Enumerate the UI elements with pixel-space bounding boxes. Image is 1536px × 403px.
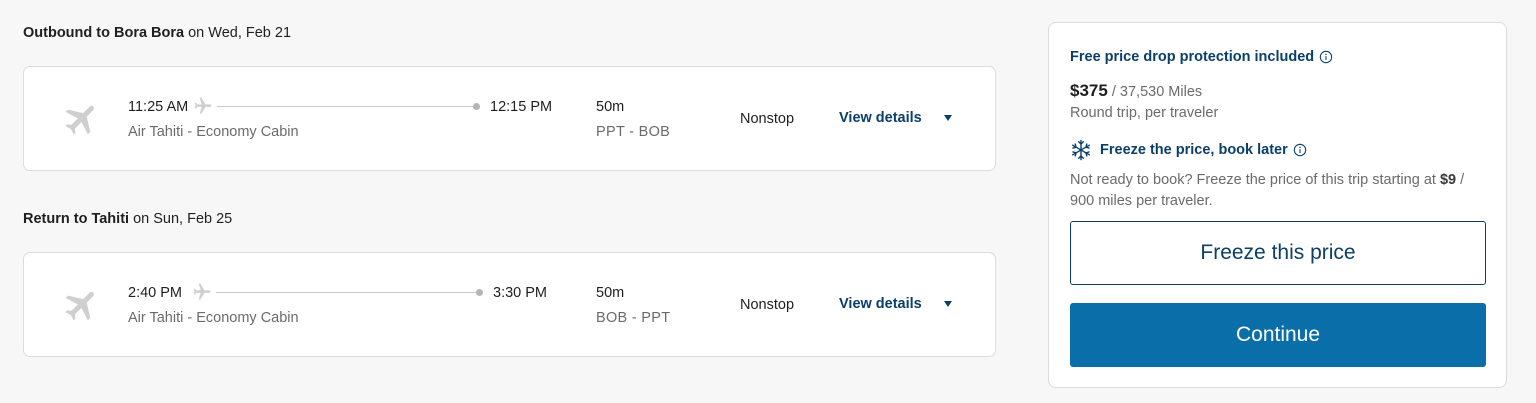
trip-type-note: Round trip, per traveler [1070,105,1219,121]
flight-duration: 50m [596,99,625,115]
airplane-icon [65,291,94,321]
freeze-price-amount: $9 [1439,172,1457,188]
view-details-label: View details [839,110,922,126]
price-miles: / 37,530 Miles [1107,84,1203,100]
info-icon[interactable] [1319,50,1333,64]
outbound-flight-card: 11:25 AM 12:15 PM Air Tahiti - Economy C… [23,66,996,171]
view-details-button[interactable]: View details [839,296,952,312]
outbound-date: on Wed, Feb 21 [184,25,292,41]
return-destination: Return to Tahiti [23,211,130,227]
route-end-dot [476,289,483,296]
airplane-icon [193,283,211,300]
airplane-icon [194,97,212,114]
stops-label: Nonstop [740,111,795,127]
page: Outbound to Bora Bora on Wed, Feb 21 11:… [0,0,1536,403]
snowflake-icon [1071,139,1091,161]
airline-cabin: Air Tahiti - Economy Cabin [128,310,299,326]
freeze-price-button[interactable]: Freeze this price [1070,221,1486,285]
return-flight-card: 2:40 PM 3:30 PM Air Tahiti - Economy Cab… [23,252,996,357]
return-date: on Sun, Feb 25 [129,211,233,227]
freeze-desc-start: Not ready to book? Freeze the price of t… [1070,172,1440,188]
route-line [217,106,475,107]
view-details-label: View details [839,296,922,312]
outbound-heading: Outbound to Bora Bora on Wed, Feb 21 [23,25,291,41]
arrival-time: 12:15 PM [490,99,553,115]
airline-cabin: Air Tahiti - Economy Cabin [128,124,299,140]
freeze-price-description: Not ready to book? Freeze the price of t… [1070,170,1490,212]
departure-time: 2:40 PM [128,285,182,301]
price-line: $375 / 37,530 Miles [1070,81,1202,101]
stops-label: Nonstop [740,297,795,313]
price-protection-heading: Free price drop protection included [1070,49,1333,65]
price-amount: $375 [1070,81,1108,100]
continue-button[interactable]: Continue [1070,303,1486,367]
route-line [216,292,478,293]
price-protection-label: Free price drop protection included [1070,49,1315,65]
route-end-dot [473,103,480,110]
departure-time: 11:25 AM [128,99,189,115]
price-summary-card: Free price drop protection included $375… [1048,22,1507,388]
airport-codes: BOB - PPT [596,310,671,326]
info-icon[interactable] [1293,143,1307,157]
return-heading: Return to Tahiti on Sun, Feb 25 [23,211,232,227]
airport-codes: PPT - BOB [596,124,671,140]
airplane-icon [65,105,94,135]
outbound-destination: Outbound to Bora Bora [23,25,185,41]
freeze-price-heading: Freeze the price, book later [1070,139,1307,161]
caret-down-icon [943,301,952,307]
arrival-time: 3:30 PM [493,285,547,301]
flight-duration: 50m [596,285,625,301]
view-details-button[interactable]: View details [839,110,952,126]
caret-down-icon [943,115,952,121]
freeze-price-label: Freeze the price, book later [1100,142,1288,158]
